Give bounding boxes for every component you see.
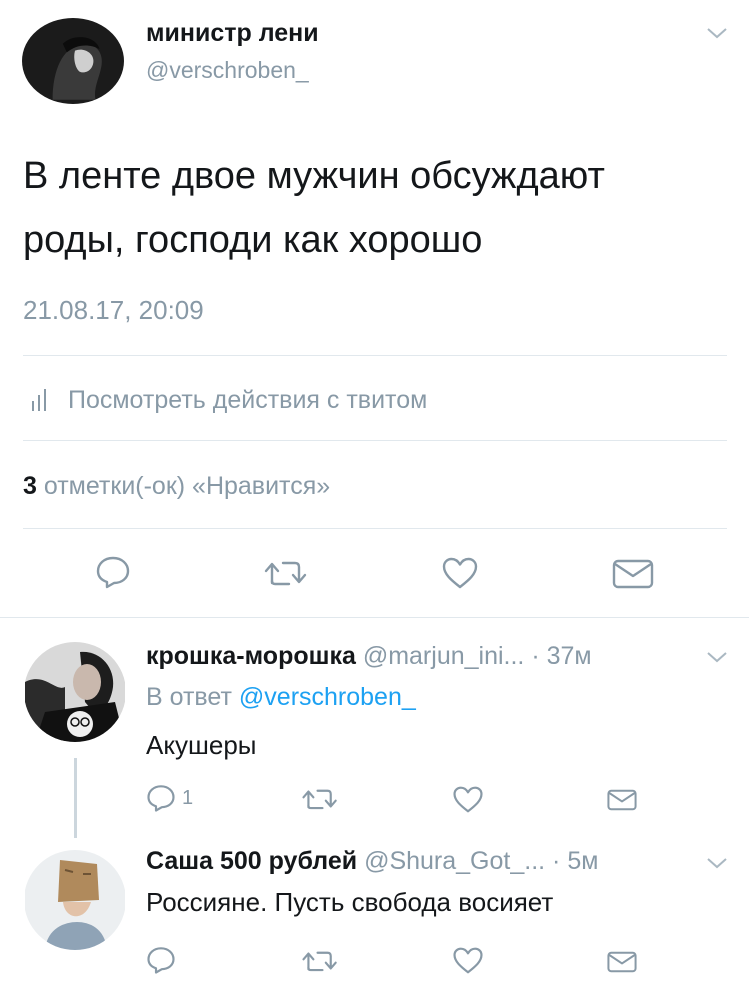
bar-chart-icon bbox=[31, 389, 49, 411]
speech-bubble-icon bbox=[147, 947, 175, 974]
envelope-icon bbox=[607, 789, 637, 811]
retweet-arrows-icon bbox=[302, 951, 337, 972]
retweet-arrows-icon bbox=[302, 789, 337, 810]
reply-button[interactable] bbox=[95, 555, 131, 589]
reply-2-header: Саша 500 рублей @Shura_Got_... · 5м bbox=[146, 845, 598, 877]
reply-1-header: крошка-морошка @marjun_ini... · 37м bbox=[146, 640, 592, 672]
likes-stat[interactable]: 3 отметки(-ок) «Нравится» bbox=[23, 471, 330, 501]
likes-count: 3 bbox=[23, 472, 37, 500]
author-handle[interactable]: @verschroben_ bbox=[146, 56, 309, 84]
retweet-button[interactable] bbox=[263, 559, 309, 587]
reply-2-name[interactable]: Саша 500 рублей bbox=[146, 847, 357, 875]
chevron-down-icon[interactable] bbox=[706, 26, 728, 40]
reply-1-avatar[interactable] bbox=[24, 642, 126, 742]
reply-1-dm-button[interactable] bbox=[607, 788, 637, 812]
speech-bubble-icon bbox=[147, 785, 175, 812]
reply-1-name[interactable]: крошка-морошка bbox=[146, 642, 356, 670]
author-name[interactable]: министр лени bbox=[146, 18, 319, 48]
reply-2-dm-button[interactable] bbox=[607, 950, 637, 974]
direct-message-button[interactable] bbox=[612, 559, 654, 589]
envelope-icon bbox=[612, 559, 654, 589]
heart-icon bbox=[453, 947, 483, 974]
in-reply-handle-link[interactable]: @verschroben_ bbox=[239, 683, 416, 711]
envelope-icon bbox=[607, 951, 637, 973]
reply-1-retweet-button[interactable] bbox=[301, 787, 339, 811]
reply-2-retweet-button[interactable] bbox=[301, 949, 339, 973]
reply-2-time[interactable]: · 5м bbox=[552, 847, 598, 875]
reply-2-avatar[interactable] bbox=[24, 850, 126, 950]
reply-2-like-button[interactable] bbox=[452, 946, 484, 975]
tweet-text-line-1: В ленте двое мужчин обсуждают bbox=[23, 155, 605, 197]
tweet-text-line-2: роды, господи как хорошо bbox=[23, 219, 483, 261]
divider bbox=[23, 440, 727, 441]
section-divider bbox=[0, 617, 749, 618]
divider bbox=[23, 528, 727, 529]
retweet-arrows-icon bbox=[264, 561, 307, 586]
reply-1-in-reply-to: В ответ @verschroben_ bbox=[146, 682, 416, 712]
reply-2-text: Россияне. Пусть свобода восияет bbox=[146, 887, 554, 917]
reply-1-like-button[interactable] bbox=[452, 785, 484, 814]
chevron-down-icon[interactable] bbox=[706, 650, 728, 664]
heart-icon bbox=[453, 786, 483, 813]
tweet-timestamp[interactable]: 21.08.17, 20:09 bbox=[23, 294, 204, 326]
author-avatar[interactable] bbox=[22, 18, 124, 104]
reply-1-text: Акушеры bbox=[146, 730, 257, 760]
chevron-down-icon[interactable] bbox=[706, 856, 728, 870]
reply-1-handle[interactable]: @marjun_ini... bbox=[363, 642, 525, 670]
reply-1-reply-count: 1 bbox=[182, 786, 194, 809]
likes-label: отметки(-ок) «Нравится» bbox=[43, 472, 331, 500]
reply-1-reply-button[interactable]: 1 bbox=[146, 783, 193, 813]
speech-bubble-icon bbox=[96, 556, 130, 589]
reply-2-handle[interactable]: @Shura_Got_... bbox=[364, 847, 545, 875]
heart-icon bbox=[442, 557, 478, 589]
in-reply-prefix: В ответ bbox=[146, 683, 232, 711]
reply-2-reply-button[interactable] bbox=[146, 945, 176, 975]
thread-line bbox=[74, 758, 77, 838]
view-tweet-activity-link[interactable]: Посмотреть действия с твитом bbox=[68, 385, 427, 415]
divider bbox=[23, 355, 727, 356]
like-button[interactable] bbox=[441, 556, 479, 590]
reply-1-time[interactable]: · 37м bbox=[531, 642, 591, 670]
